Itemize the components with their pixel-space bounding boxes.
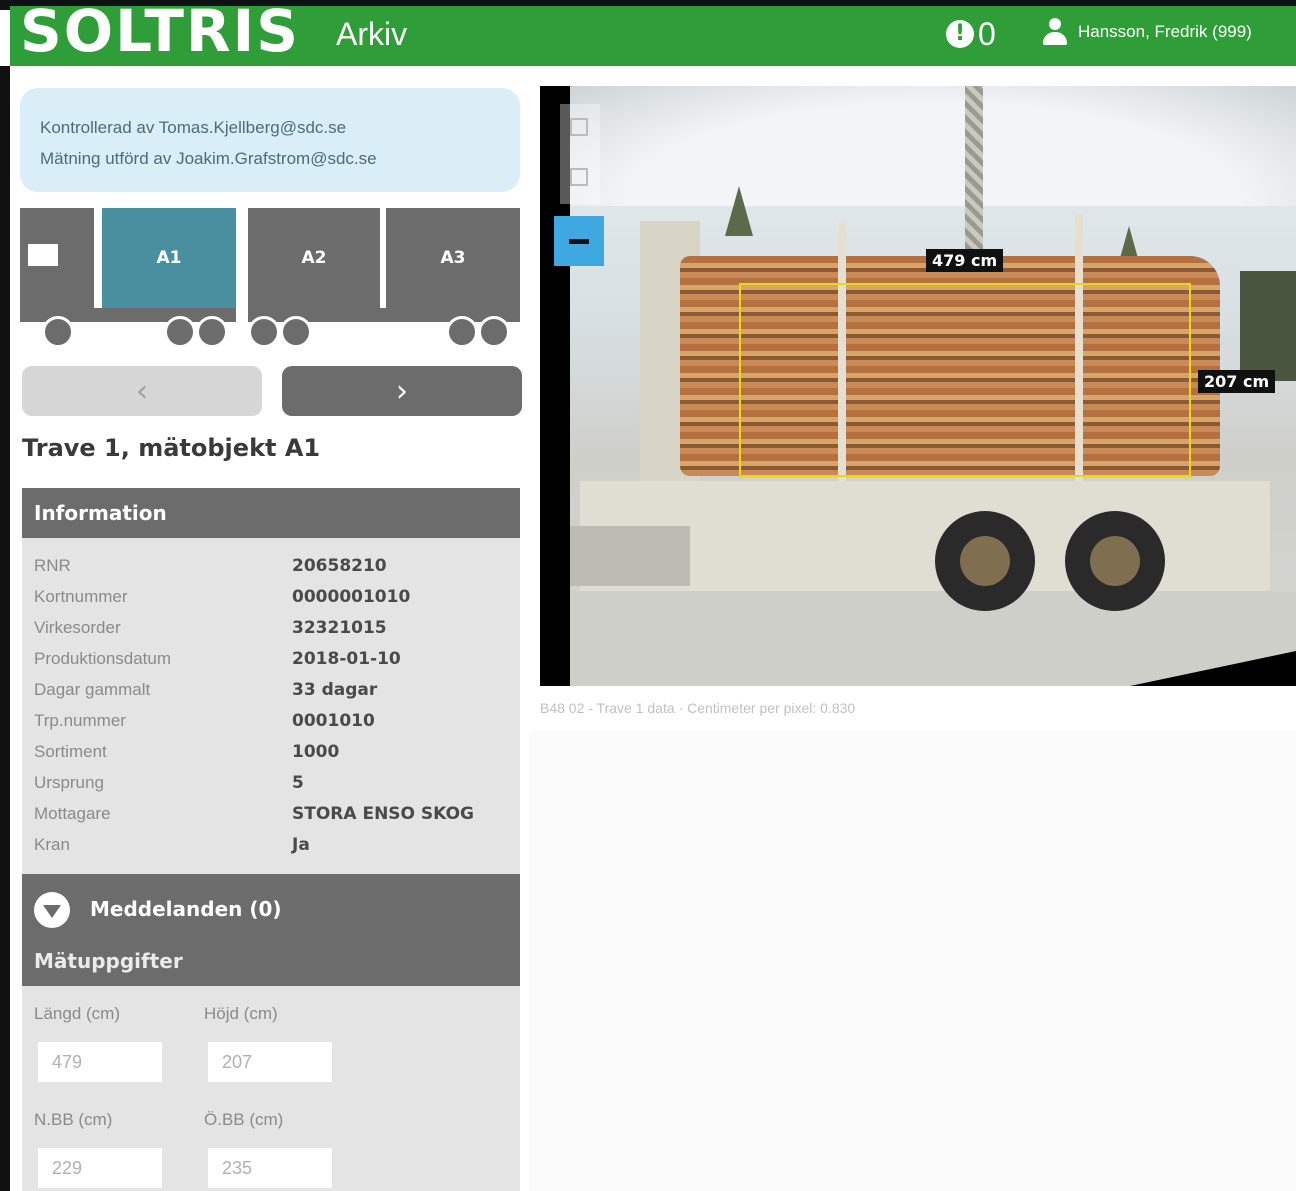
left-border bbox=[0, 66, 10, 1191]
info-key: Produktionsdatum bbox=[34, 648, 172, 668]
measurements-form: Längd (cm) Höjd (cm) N.BB (cm) Ö.BB (cm) bbox=[22, 986, 520, 1191]
photo-wheel bbox=[1065, 511, 1165, 611]
zoom-out-button[interactable] bbox=[554, 216, 604, 266]
content-area bbox=[530, 730, 1296, 1191]
info-row: Kortnummer 0000001010 bbox=[34, 581, 508, 612]
photo-wheel bbox=[935, 511, 1035, 611]
wheel bbox=[446, 316, 478, 348]
info-value: 1000 bbox=[292, 741, 340, 762]
length-dimension-label: 479 cm bbox=[926, 249, 1004, 272]
info-value: STORA ENSO SKOG bbox=[292, 803, 474, 824]
viewer-tools bbox=[560, 104, 600, 204]
info-value: 32321015 bbox=[292, 617, 387, 638]
alerts[interactable]: ! 0 bbox=[946, 16, 996, 52]
alert-count: 0 bbox=[978, 16, 996, 52]
info-key: Sortiment bbox=[34, 741, 107, 761]
layer-tool-icon[interactable] bbox=[570, 168, 588, 186]
wheel bbox=[164, 316, 196, 348]
select-tool-icon[interactable] bbox=[570, 118, 588, 136]
info-key: Kortnummer bbox=[34, 586, 128, 606]
next-button[interactable]: › bbox=[282, 366, 522, 416]
info-value: 0001010 bbox=[292, 710, 375, 731]
wheel bbox=[248, 316, 280, 348]
measured-by-text: Mätning utförd av Joakim.Grafstrom@sdc.s… bbox=[40, 149, 377, 168]
photo-tree bbox=[725, 186, 753, 236]
control-info-box: Kontrollerad av Tomas.Kjellberg@sdc.se M… bbox=[20, 88, 520, 192]
segment-a1[interactable]: A1 bbox=[102, 208, 236, 308]
left-panel: Kontrollerad av Tomas.Kjellberg@sdc.se M… bbox=[10, 66, 530, 1191]
wheel bbox=[478, 316, 510, 348]
app-title: Arkiv bbox=[336, 16, 408, 52]
user-icon bbox=[1042, 18, 1068, 46]
info-key: Trp.nummer bbox=[34, 710, 126, 730]
info-row: Virkesorder 32321015 bbox=[34, 612, 508, 643]
wheel bbox=[42, 316, 74, 348]
user-name: Hansson, Fredrik (999) bbox=[1078, 22, 1252, 41]
info-key: Kran bbox=[34, 834, 70, 854]
info-value: 5 bbox=[292, 772, 304, 793]
measurements-header: Mätuppgifter bbox=[34, 949, 183, 973]
nbb-label: N.BB (cm) bbox=[34, 1110, 113, 1129]
info-value: 33 dagar bbox=[292, 679, 378, 700]
controlled-by-text: Kontrollerad av Tomas.Kjellberg@sdc.se bbox=[40, 118, 347, 137]
exclamation-icon: ! bbox=[946, 20, 974, 48]
expand-toggle-icon[interactable] bbox=[34, 892, 70, 928]
section-title: Trave 1, mätobjekt A1 bbox=[22, 434, 321, 462]
segment-a3[interactable]: A3 bbox=[386, 208, 520, 308]
information-table: RNR 20658210 Kortnummer 0000001010 Virkeso… bbox=[22, 538, 520, 874]
info-value: 0000001010 bbox=[292, 586, 411, 607]
truck-diagram: A1 A2 A3 bbox=[20, 208, 520, 358]
height-input[interactable] bbox=[208, 1042, 332, 1082]
image-viewer[interactable]: 479 cm 207 cm bbox=[540, 86, 1296, 686]
app-header: SOLTRIS Arkiv ! 0 Hansson, Fredrik (999) bbox=[10, 0, 1296, 66]
info-row: RNR 20658210 bbox=[34, 550, 508, 581]
messages-bar: Meddelanden (0) Mätuppgifter bbox=[22, 874, 520, 986]
info-row: Trp.nummer 0001010 bbox=[34, 705, 508, 736]
information-header: Information bbox=[22, 488, 520, 538]
measurement-box[interactable] bbox=[739, 283, 1191, 477]
cab-window bbox=[28, 244, 58, 266]
info-value: Ja bbox=[292, 834, 310, 855]
info-row: Produktionsdatum 2018-01-10 bbox=[34, 643, 508, 674]
info-key: Ursprung bbox=[34, 772, 104, 792]
obb-label: Ö.BB (cm) bbox=[204, 1110, 284, 1129]
info-key: Dagar gammalt bbox=[34, 679, 151, 699]
photo-edge bbox=[1130, 651, 1296, 686]
minus-icon bbox=[569, 238, 589, 244]
image-caption: B48 02 - Trave 1 data · Centimeter per p… bbox=[540, 700, 856, 716]
height-label: Höjd (cm) bbox=[204, 1004, 278, 1023]
messages-label[interactable]: Meddelanden (0) bbox=[90, 892, 282, 926]
info-row: Kran Ja bbox=[34, 829, 508, 860]
info-row: Ursprung 5 bbox=[34, 767, 508, 798]
prev-button[interactable]: ‹ bbox=[22, 366, 262, 416]
obb-input[interactable] bbox=[208, 1148, 332, 1188]
photo-sky bbox=[570, 86, 1296, 206]
info-key: Mottagare bbox=[34, 803, 111, 823]
length-input[interactable] bbox=[38, 1042, 162, 1082]
nbb-input[interactable] bbox=[38, 1148, 162, 1188]
logo[interactable]: SOLTRIS bbox=[20, 0, 300, 62]
photo-background-trees bbox=[1240, 271, 1296, 381]
info-value: 20658210 bbox=[292, 555, 387, 576]
info-row: Sortiment 1000 bbox=[34, 736, 508, 767]
info-key: Virkesorder bbox=[34, 617, 121, 637]
info-key: RNR bbox=[34, 555, 71, 575]
user-menu[interactable]: Hansson, Fredrik (999) bbox=[1042, 18, 1252, 46]
length-label: Längd (cm) bbox=[34, 1004, 120, 1023]
photo-bumper bbox=[570, 526, 690, 586]
wheel bbox=[196, 316, 228, 348]
wheel bbox=[280, 316, 312, 348]
info-row: Mottagare STORA ENSO SKOG bbox=[34, 798, 508, 829]
info-value: 2018-01-10 bbox=[292, 648, 401, 669]
height-dimension-label: 207 cm bbox=[1198, 370, 1276, 393]
info-row: Dagar gammalt 33 dagar bbox=[34, 674, 508, 705]
segment-a2[interactable]: A2 bbox=[248, 208, 380, 308]
